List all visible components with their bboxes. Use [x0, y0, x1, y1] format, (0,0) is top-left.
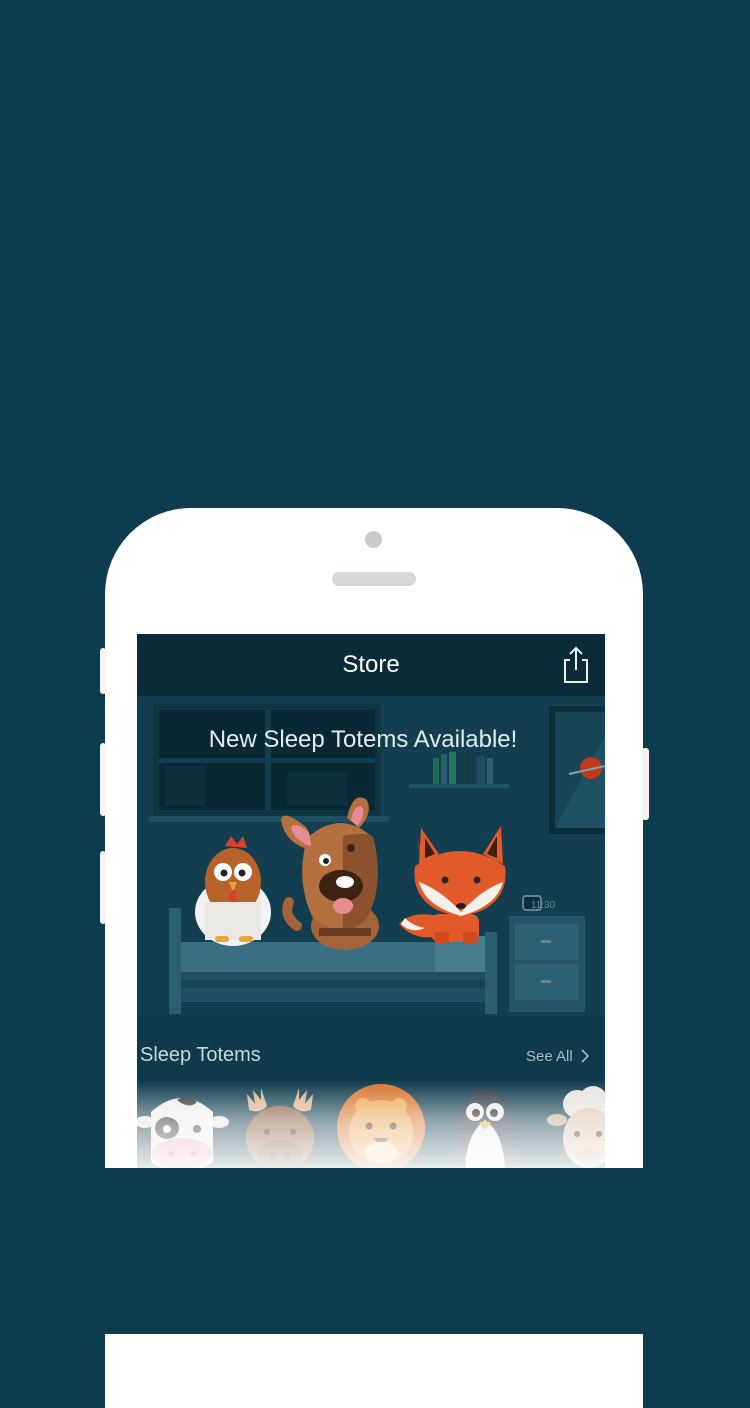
- phone-camera: [365, 531, 382, 548]
- phone-speaker: [332, 572, 416, 586]
- navigation-bar: Store: [137, 634, 605, 696]
- banner-headline: New Sleep Totems Available!: [208, 726, 518, 753]
- share-icon[interactable]: [561, 646, 591, 684]
- totem-cow[interactable]: [137, 1097, 229, 1172]
- page-title: Store: [342, 651, 400, 678]
- featured-banner[interactable]: 11:30 New Sleep Totems Available!: [137, 696, 605, 1016]
- chevron-right-icon[interactable]: [580, 1048, 590, 1064]
- section-title: Sleep Totems: [140, 1044, 261, 1066]
- totem-sheep[interactable]: [547, 1086, 605, 1168]
- phone-mute-switch: [100, 648, 106, 694]
- phone-volume-down-button: [100, 851, 106, 924]
- phone-volume-up-button: [100, 743, 106, 816]
- clock-time: 11:30: [531, 900, 556, 911]
- app-screen: Store 11:30 New Sleep Totems Available! …: [137, 634, 605, 1194]
- bottom-background: [0, 1168, 750, 1334]
- see-all-link[interactable]: See All: [526, 1048, 573, 1065]
- totem-moose[interactable]: [246, 1088, 314, 1172]
- totem-lion[interactable]: [337, 1084, 425, 1172]
- phone-power-button: [642, 748, 649, 820]
